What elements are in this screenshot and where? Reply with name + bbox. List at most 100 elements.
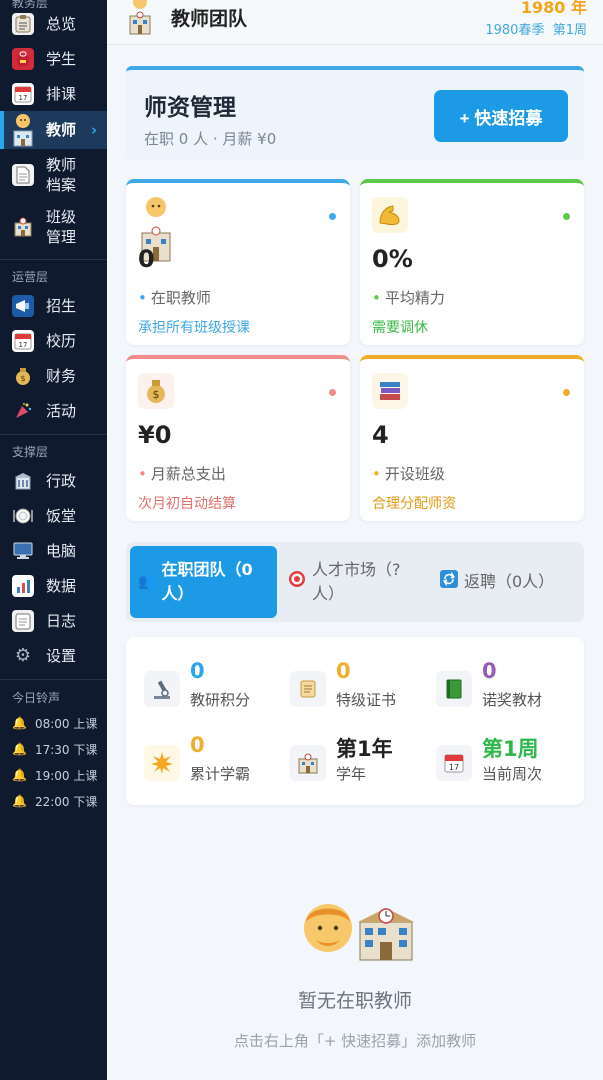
metric-value: 第1周 [482,737,539,761]
sidebar-item-activities[interactable]: 活动 [0,393,107,428]
sidebar: 教务层 总览 学生 17 排课 教师 › 教师档案 班级管理 运营层 招生 17… [0,0,107,1080]
chevron-right-icon: › [90,121,97,139]
status-dot [329,213,336,220]
status-dot [563,213,570,220]
sidebar-item-overview[interactable]: 总览 [0,6,107,41]
party-popper-icon [12,400,34,422]
people-icon: 👥 [138,574,156,590]
stat-hint: 次月初自动结算 [138,496,236,512]
sidebar-item-settings[interactable]: ⚙ 设置 [0,638,107,673]
metric-certificates: 0 特级证书 [272,659,422,719]
top-header: 教师团队 1980 年 1980春季 第1周 [107,0,603,45]
sidebar-item-canteen[interactable]: 饭堂 [0,498,107,533]
sidebar-item-data[interactable]: 数据 [0,568,107,603]
school-building-icon [290,745,326,781]
tab-label: 在职团队（0人） [161,560,253,603]
empty-state-hint: 点击右上角「+ 快速招募」添加教师 [233,1032,477,1050]
teacher-icon [127,0,153,36]
teacher-icon [138,197,174,262]
metric-value: 0 [190,733,205,757]
megaphone-icon [12,294,34,317]
microscope-icon [144,671,180,707]
sidebar-item-teacher-files[interactable]: 教师档案 [0,149,107,201]
sidebar-item-log[interactable]: 日志 [0,603,107,638]
sidebar-section-support: 支撑层 [12,445,49,459]
svg-text:$: $ [20,374,25,383]
sidebar-item-label: 设置 [46,647,77,665]
panel-subtitle: 在职 0 人 · 月薪 ¥0 [144,130,277,148]
tab-label: 人才市场（?人） [312,560,401,603]
sidebar-item-label: 饭堂 [46,507,77,525]
sidebar-item-label: 校历 [46,332,77,350]
metric-research-points: 0 教研积分 [126,659,276,719]
sidebar-section-ops: 运营层 [12,270,49,284]
bell-item: 🔔 17:30 下课 [0,736,107,762]
tab-label: 返聘（0人） [464,572,555,591]
sidebar-item-label: 电脑 [46,542,77,560]
stat-value: 0% [372,245,413,273]
sidebar-item-label: 教师档案 [46,156,77,194]
stat-value: 4 [372,421,389,449]
status-dot [563,389,570,396]
tab-talent-market[interactable]: 人才市场（?人） [288,546,428,618]
bell-item: 🔔 19:00 上课 [0,762,107,788]
stat-label: • 在职教师 [138,289,211,307]
teacher-face-icon [304,904,352,952]
calendar-icon: 17 [12,82,34,105]
stat-label-text: 在职教师 [150,289,211,307]
empty-state-illustration [300,898,416,962]
quick-recruit-button[interactable]: + 快速招募 [434,90,568,142]
sidebar-item-admissions[interactable]: 招生 [0,288,107,323]
status-dot [329,389,336,396]
panel-title: 师资管理 [144,95,236,121]
season-week: 1980春季 第1周 [485,19,587,38]
tab-rehire[interactable]: 返聘（0人） [440,546,580,618]
svg-text:17: 17 [19,94,28,102]
metrics-panel: 0 教研积分 0 特级证书 0 诺奖教材 0 累计学霸 第1年 学年 17 第1… [126,637,584,805]
bar-chart-icon [12,574,34,597]
calendar-icon: 17 [12,329,34,352]
svg-text:17: 17 [449,763,459,772]
sidebar-item-label: 数据 [46,577,77,595]
season-label: 1980春季 [485,23,545,38]
sidebar-divider [0,259,107,260]
sidebar-item-label: 总览 [46,15,77,33]
target-icon [288,570,306,595]
metric-school-year: 第1年 学年 [272,733,422,793]
stat-value: ¥0 [138,421,172,449]
sidebar-item-schedule[interactable]: 17 排课 [0,76,107,111]
stat-hint: 需要调休 [372,320,428,336]
metric-value: 0 [190,659,205,683]
metric-current-week: 17 第1周 当前周次 [418,733,568,793]
tab-active-team[interactable]: 👥 在职团队（0人） [130,546,277,618]
bells-title: 今日铃声 [12,691,61,705]
metric-nobel-textbooks: 0 诺奖教材 [418,659,568,719]
sidebar-item-school-calendar[interactable]: 17 校历 [0,323,107,358]
office-icon [12,470,34,492]
svg-text:17: 17 [19,341,28,349]
plate-icon [12,505,34,527]
bell-time: 22:00 下课 [34,794,98,809]
sidebar-item-finance[interactable]: $ 财务 [0,358,107,393]
metric-label: 教研积分 [190,691,251,709]
sidebar-item-label: 班级管理 [46,208,77,246]
money-bag-icon: $ [12,365,34,387]
sidebar-item-students[interactable]: 学生 [0,41,107,76]
clipboard-icon [12,12,34,35]
metric-label: 学年 [336,765,367,783]
metric-value: 第1年 [336,737,393,761]
stat-card-energy: 0% • 平均精力 需要调休 [360,179,584,345]
svg-text:$: $ [153,388,160,401]
metric-label: 特级证书 [336,691,397,709]
sidebar-item-administration[interactable]: 行政 [0,463,107,498]
stat-card-classes: 4 • 开设班级 合理分配师资 [360,355,584,521]
metric-label: 累计学霸 [190,765,251,783]
sidebar-divider [0,679,107,680]
sidebar-item-teachers[interactable]: 教师 › [0,111,107,149]
stat-label-text: 平均精力 [384,289,445,307]
sidebar-item-class-management[interactable]: 班级管理 [0,201,107,253]
sidebar-item-label: 行政 [46,472,77,490]
sidebar-item-computer[interactable]: 电脑 [0,533,107,568]
page-title: 教师团队 [171,8,248,30]
stat-label: • 开设班级 [372,465,445,483]
